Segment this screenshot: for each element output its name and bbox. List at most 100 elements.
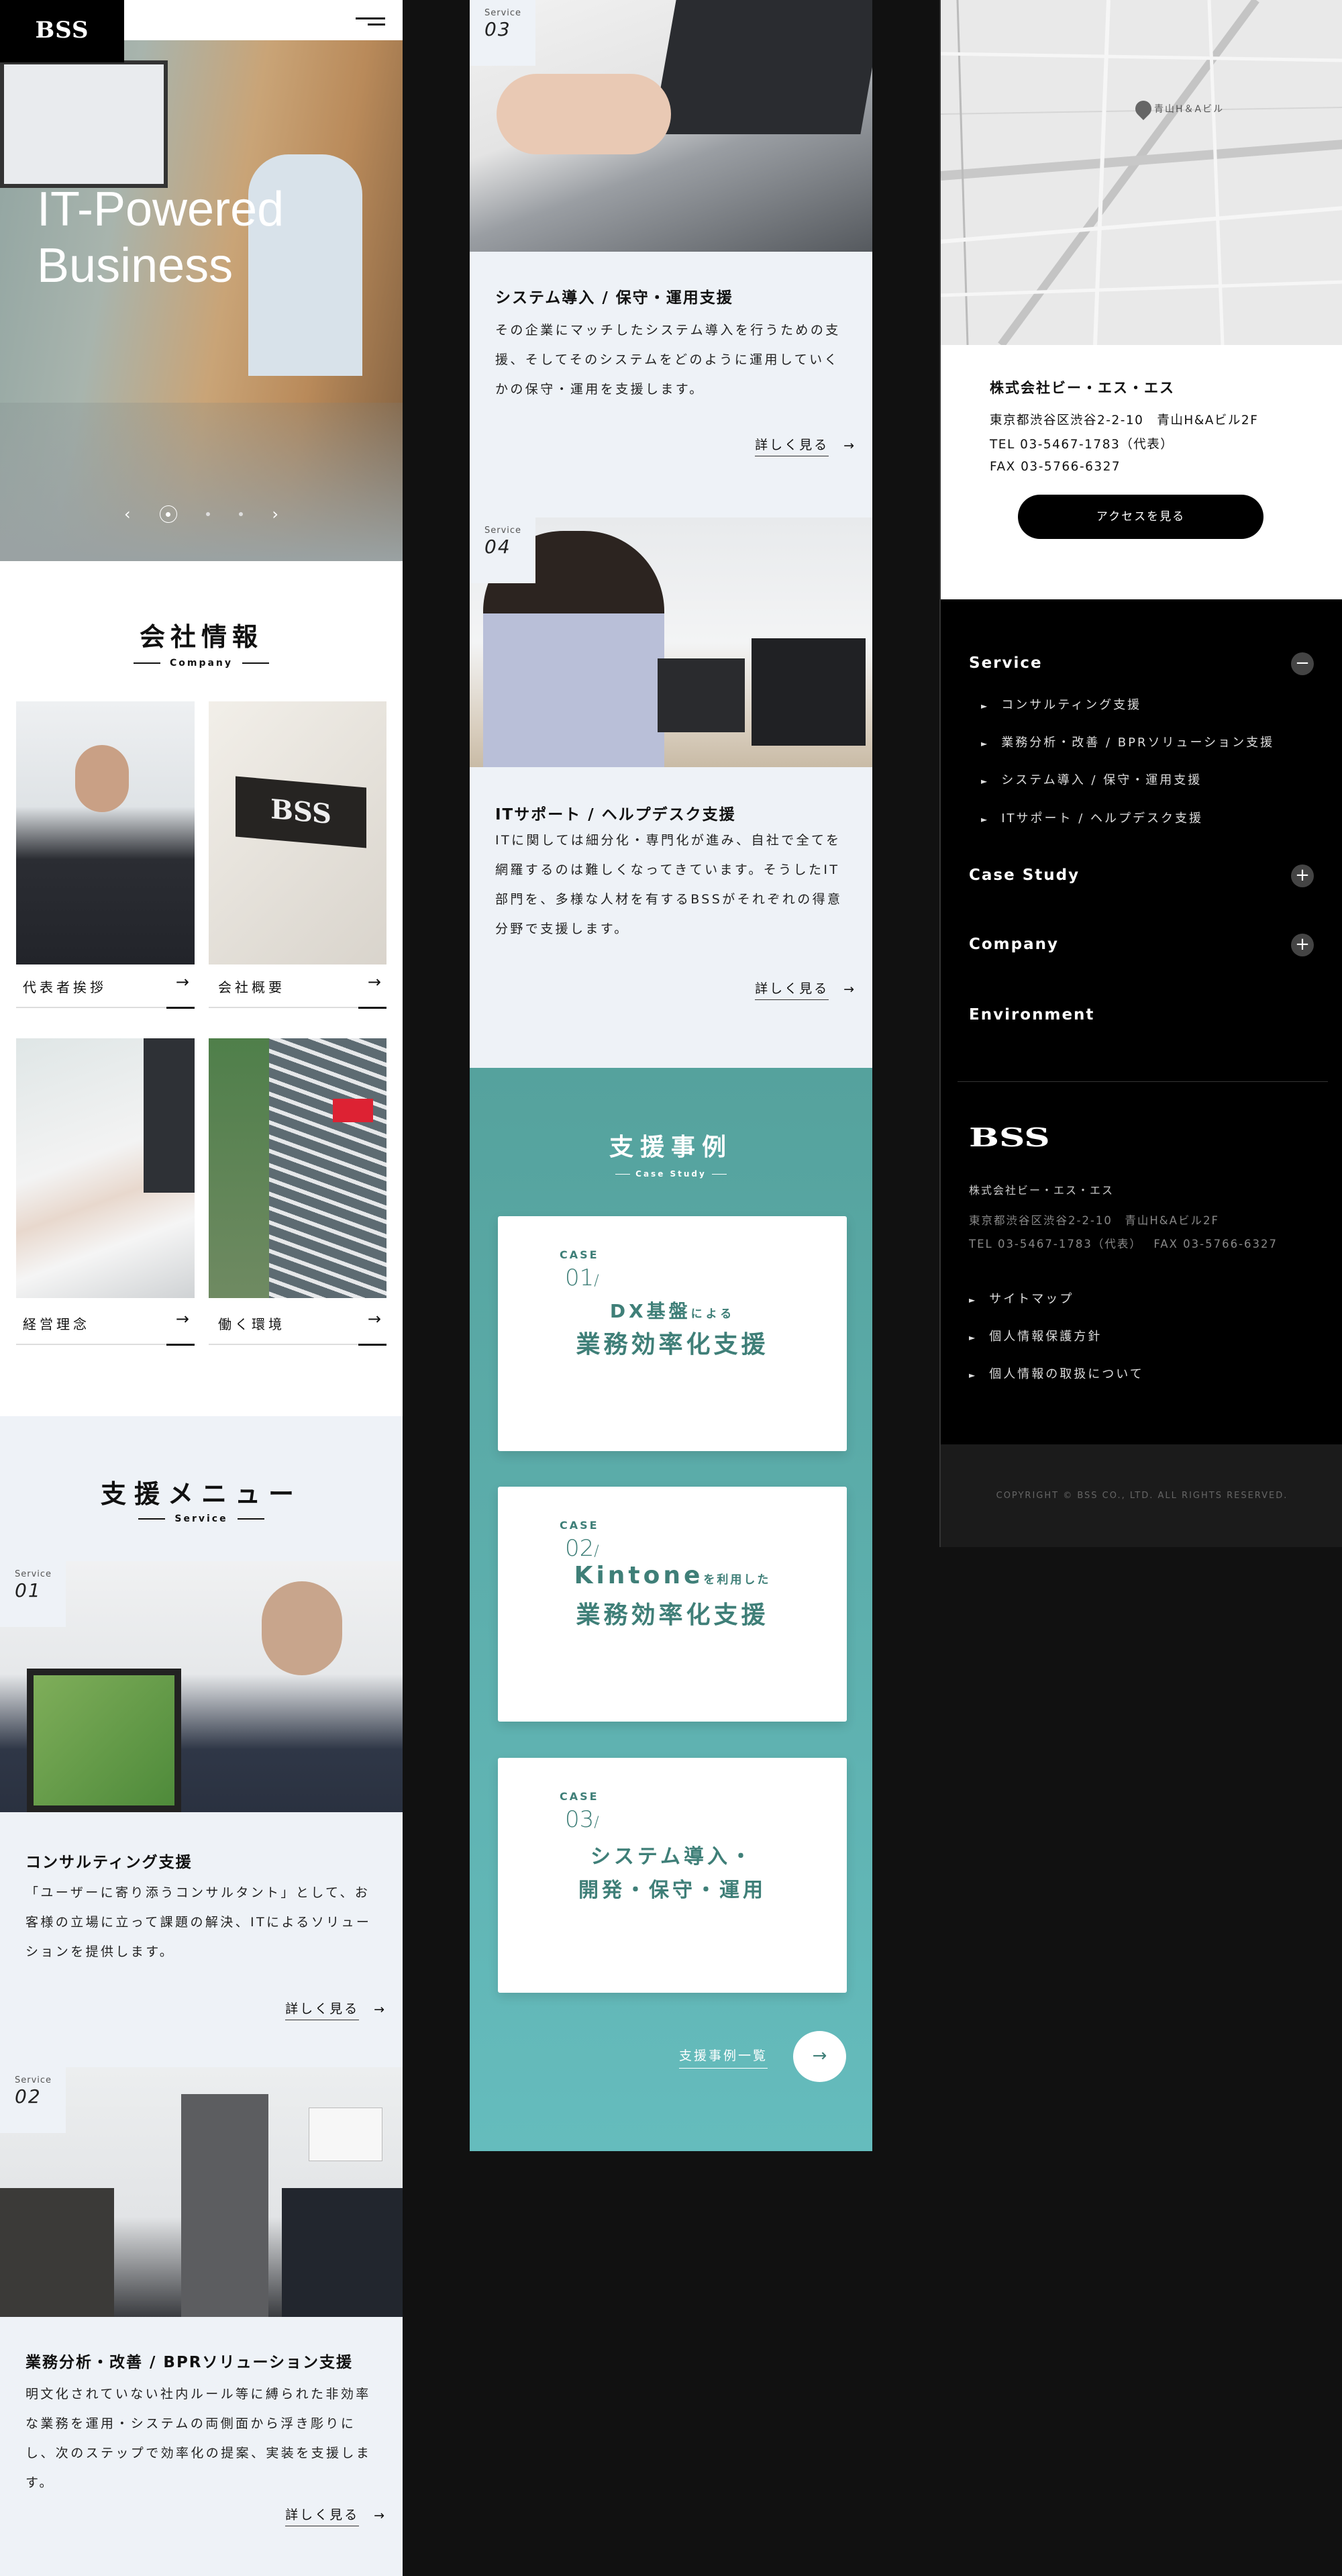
service-04-more-link[interactable]: 詳しく見る → xyxy=(755,979,856,1000)
service-02-title: 業務分析・改善 / BPRソリューション支援 xyxy=(25,2354,354,2371)
arrow-right-icon: → xyxy=(367,973,381,991)
carousel-dot[interactable] xyxy=(239,512,244,516)
collapse-minus-icon[interactable]: − xyxy=(1291,652,1314,675)
arrow-right-icon: → xyxy=(374,2508,386,2523)
more-link-label: 詳しく見る xyxy=(285,2505,360,2526)
case-title-line-2: 業務効率化支援 xyxy=(576,1331,769,1358)
footer-divider xyxy=(958,1081,1328,1082)
footer-service-item-label: ITサポート / ヘルプデスク支援 xyxy=(1001,811,1204,826)
bss-sign-photo: BSS xyxy=(209,701,386,964)
case-title-small: による xyxy=(690,1307,735,1321)
arrow-right-icon: → xyxy=(812,2046,827,2066)
footer-service-item-label: システム導入 / 保守・運用支援 xyxy=(1001,773,1202,787)
case-card-03[interactable]: CASE 03/ システム導入・ 開発・保守・運用 xyxy=(498,1758,847,1993)
service-04-desc: ITに関しては細分化・専門化が進み、自社で全てを網羅するのは難しくなってきていま… xyxy=(495,833,843,936)
access-button[interactable]: アクセスを見る xyxy=(1018,495,1263,539)
service-02-tag: Service 02 xyxy=(0,2067,66,2133)
service-04-title: ITサポート / ヘルプデスク支援 xyxy=(495,806,736,824)
company-card-greeting[interactable]: 代表者挨拶 → xyxy=(16,701,195,1010)
case-study-subtitle: Case Study xyxy=(470,1169,872,1179)
company-title: 会社情報 xyxy=(139,622,263,652)
service-title: 支援メニュー xyxy=(100,1479,302,1509)
footer-address: 東京都渋谷区渋谷2-2-10 青山H&Aビル2F xyxy=(969,1214,1219,1227)
service-03-tag: Service 03 xyxy=(470,0,535,66)
card-underline xyxy=(209,1344,386,1346)
service-03-desc: その企業にマッチしたシステム導入を行うための支援、そしてそのシステムをどのように… xyxy=(495,323,841,397)
access-address: 東京都渋谷区渋谷2-2-10 青山H&Aビル2F xyxy=(990,413,1259,428)
carousel-dot[interactable] xyxy=(205,512,210,516)
page-column-2: Service 03 システム導入 / 保守・運用支援 その企業にマッチしたシステ… xyxy=(470,0,872,2151)
footer-nav-environment[interactable]: Environment xyxy=(969,1006,1094,1024)
case-card-02[interactable]: CASE 02/ Kintoneを利用した 業務効率化支援 xyxy=(498,1487,847,1722)
bss-sign: BSS xyxy=(236,776,366,848)
triangle-right-icon: ► xyxy=(981,815,990,824)
service-03-more-link[interactable]: 詳しく見る → xyxy=(755,435,856,456)
service-04-tag: Service 04 xyxy=(470,517,535,583)
arrow-right-icon: → xyxy=(367,1309,381,1328)
footer-link-label: 個人情報保護方針 xyxy=(989,1330,1102,1344)
writing-photo xyxy=(16,1038,195,1298)
triangle-right-icon: ► xyxy=(969,1371,978,1380)
service-01-more-link[interactable]: 詳しく見る → xyxy=(285,1999,386,2020)
case-study-arrow-button[interactable]: → xyxy=(793,2031,846,2082)
case-card-01[interactable]: CASE 01/ DX基盤による 業務効率化支援 xyxy=(498,1216,847,1451)
hamburger-icon[interactable] xyxy=(356,17,385,26)
triangle-right-icon: ► xyxy=(969,1333,978,1342)
footer-service-item[interactable]: ► コンサルティング支援 xyxy=(981,695,1141,713)
case-number-text: 02 xyxy=(565,1535,595,1562)
map[interactable]: 青山H＆Aビル xyxy=(941,0,1342,345)
company-card-overview[interactable]: BSS 会社概要 → xyxy=(209,701,386,1010)
footer-service-item-label: 業務分析・改善 / BPRソリューション支援 xyxy=(1001,736,1275,750)
arrow-right-icon: → xyxy=(843,438,856,453)
triangle-right-icon: ► xyxy=(969,1295,978,1305)
access-fax: FAX 03-5766-6327 xyxy=(990,460,1121,474)
ceo-photo xyxy=(16,701,195,964)
footer-nav-company[interactable]: Company xyxy=(969,936,1059,953)
case-title-main: Kintone xyxy=(574,1562,704,1589)
footer-service-item[interactable]: ► システム導入 / 保守・運用支援 xyxy=(981,771,1202,788)
footer-service-item[interactable]: ► ITサポート / ヘルプデスク支援 xyxy=(981,809,1203,826)
case-title-line-1: DX基盤による xyxy=(498,1297,847,1324)
map-marker-label: 青山H＆Aビル xyxy=(1154,104,1225,115)
card-underline xyxy=(16,1344,195,1346)
company-card-environment[interactable]: 働く環境 → xyxy=(209,1038,386,1347)
service-01-tag: Service 01 xyxy=(0,1561,66,1627)
company-subtitle: Company xyxy=(0,658,403,668)
expand-plus-icon[interactable]: + xyxy=(1291,864,1314,887)
service-tag-label: Service xyxy=(484,526,522,536)
footer-nav-service[interactable]: Service xyxy=(969,654,1043,672)
case-study-list-link[interactable]: 支援事例一覧 xyxy=(679,2046,768,2069)
case-label: CASE xyxy=(560,1790,599,1803)
footer-service-item-label: コンサルティング支援 xyxy=(1001,698,1142,712)
hero-title-line-2: Business xyxy=(37,239,234,293)
case-title-main: システム導入・ xyxy=(590,1845,755,1869)
footer-logo[interactable]: BSS xyxy=(969,1122,1050,1152)
footer-nav-case-study[interactable]: Case Study xyxy=(969,866,1080,884)
case-title-line-1: Kintoneを利用した xyxy=(498,1562,847,1589)
service-subtitle: Service xyxy=(0,1514,403,1524)
footer-service-item[interactable]: ► 業務分析・改善 / BPRソリューション支援 xyxy=(981,733,1274,750)
case-title-main: DX基盤 xyxy=(609,1300,691,1322)
case-title-line-1: システム導入・ xyxy=(498,1840,847,1869)
access-tel: TEL 03-5467-1783（代表） xyxy=(990,438,1174,452)
triangle-right-icon: ► xyxy=(981,777,990,786)
service-02-desc: 明文化されていない社内ルール等に縛られた非効率な業務を運用・システムの両側面から… xyxy=(25,2387,372,2490)
city-crossing-photo xyxy=(209,1038,386,1298)
logo[interactable]: BSS xyxy=(0,0,124,62)
carousel-prev-icon[interactable]: ‹ xyxy=(124,505,131,524)
footer-link-sitemap[interactable]: ► サイトマップ xyxy=(969,1289,1074,1307)
service-tag-number: 01 xyxy=(15,1579,42,1601)
footer-link-privacy-handling[interactable]: ► 個人情報の取扱について xyxy=(969,1365,1144,1382)
service-02-more-link[interactable]: 詳しく見る → xyxy=(285,2505,386,2526)
expand-plus-icon[interactable]: + xyxy=(1291,934,1314,956)
triangle-right-icon: ► xyxy=(981,739,990,748)
company-card-philosophy[interactable]: 経営理念 → xyxy=(16,1038,195,1347)
footer-link-privacy-policy[interactable]: ► 個人情報保護方針 xyxy=(969,1327,1102,1344)
company-subtitle-text: Company xyxy=(169,658,234,668)
arrow-right-icon: → xyxy=(374,2002,386,2017)
case-study-subtitle-text: Case Study xyxy=(635,1169,707,1179)
carousel-next-icon[interactable]: › xyxy=(272,505,278,524)
case-label: CASE xyxy=(560,1248,599,1261)
triangle-right-icon: ► xyxy=(981,701,990,711)
carousel-dot-active[interactable] xyxy=(159,505,177,523)
